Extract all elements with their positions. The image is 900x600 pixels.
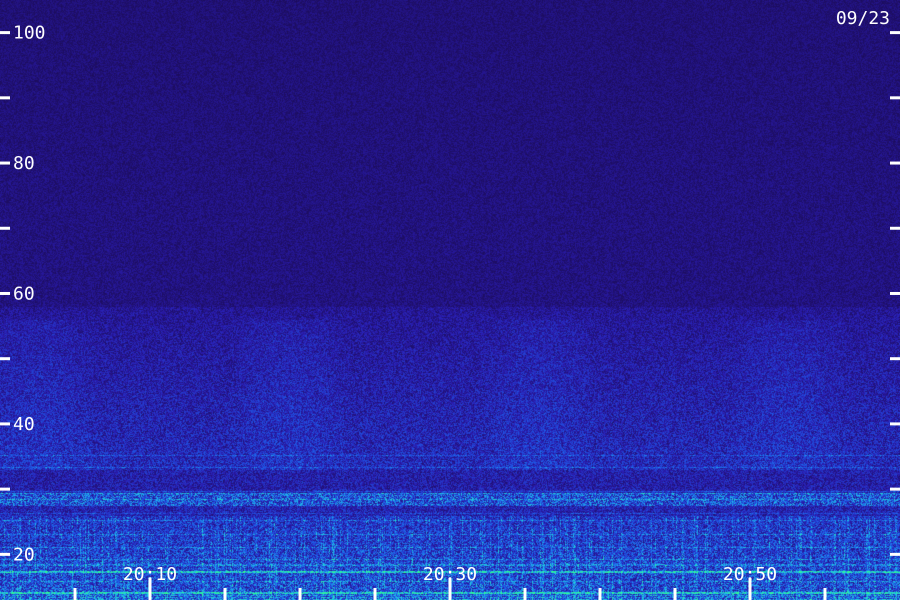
spectrogram-axes-overlay: 20 40 60 80 100 20:10 20:30 20:50 09/23 — [0, 8, 900, 600]
y-tick-label: 60 — [13, 283, 35, 304]
date-label: 09/23 — [836, 8, 890, 29]
y-tick-label: 80 — [13, 153, 35, 174]
x-tick-label: 20:30 — [423, 564, 477, 585]
y-tick-label: 100 — [13, 23, 46, 44]
y-tick-label: 20 — [13, 544, 35, 565]
x-tick-label: 20:50 — [723, 564, 777, 585]
y-axis-left: 20 40 60 80 100 — [0, 23, 46, 565]
y-axis-right — [890, 31, 900, 556]
x-axis: 20:10 20:30 20:50 — [73, 564, 827, 600]
y-tick-label: 40 — [13, 414, 35, 435]
x-tick-label: 20:10 — [123, 564, 177, 585]
